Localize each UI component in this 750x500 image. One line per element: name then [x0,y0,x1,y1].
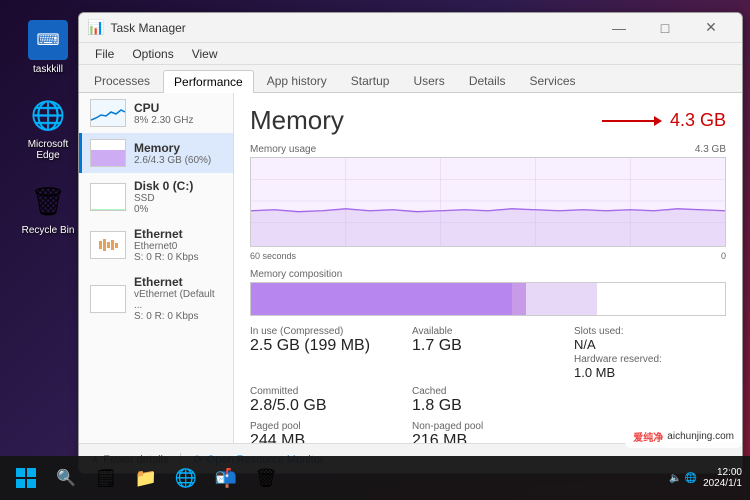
taskbar-browser[interactable]: 🌐 [168,460,204,496]
desktop: ⌨ taskkill 🌐 Microsoft Edge 🗑 Recycle Bi… [0,0,750,500]
tab-startup[interactable]: Startup [340,69,401,92]
start-button[interactable] [8,460,44,496]
memory-title: Memory [250,105,344,136]
taskbar-notes[interactable]: 🗒 [88,460,124,496]
disk-mini-chart [90,183,126,211]
ethernet1-info: Ethernet Ethernet0 S: 0 R: 0 Kbps [134,227,225,263]
title-bar-controls: — □ ✕ [596,13,734,43]
stat-available: Available 1.7 GB [412,326,564,380]
memory-mini-chart [90,139,126,167]
taskbar-explorer[interactable]: 📁 [128,460,164,496]
menu-file[interactable]: File [87,45,122,63]
tab-details[interactable]: Details [458,69,517,92]
tab-bar: Processes Performance App history Startu… [79,65,742,93]
chart-usage-label: Memory usage 4.3 GB [250,144,726,155]
right-content: Memory 4.3 GB Memory usage 4 [234,93,742,443]
arrow-right-icon [602,111,662,131]
tab-processes[interactable]: Processes [83,69,161,92]
memory-composition-chart [250,282,726,316]
maximize-button[interactable]: □ [642,13,688,43]
sidebar-item-memory[interactable]: Memory 2.6/4.3 GB (60%) [79,133,233,173]
memory-total: 4.3 GB [602,110,726,131]
sidebar-item-ethernet1[interactable]: Ethernet Ethernet0 S: 0 R: 0 Kbps [79,221,233,269]
taskbar: 🔍 🗒 📁 🌐 📬 🗑 🔈 🌐 12:00 2024/1/1 [0,456,750,500]
tab-services[interactable]: Services [519,69,587,92]
stat-paged-pool: Paged pool 244 MB [250,421,402,443]
close-button[interactable]: ✕ [688,13,734,43]
menu-bar: File Options View [79,43,742,65]
search-button[interactable]: 🔍 [48,460,84,496]
stat-empty [574,386,726,415]
task-manager-window: 📊 Task Manager — □ ✕ File Options View P… [78,12,743,474]
sidebar-item-ethernet2[interactable]: Ethernet vEthernet (Default ... S: 0 R: … [79,269,233,328]
stat-cached: Cached 1.8 GB [412,386,564,415]
memory-usage-chart [250,157,726,247]
tab-performance[interactable]: Performance [163,70,254,93]
taskbar-recycle[interactable]: 🗑 [248,460,284,496]
title-bar-icon: 📊 [87,19,104,36]
menu-view[interactable]: View [184,45,226,63]
system-tray: 🔈 🌐 [669,473,697,484]
ethernet1-mini-chart [90,231,126,259]
cpu-mini-chart [90,99,126,127]
ethernet2-info: Ethernet vEthernet (Default ... S: 0 R: … [134,275,225,322]
taskbar-mail[interactable]: 📬 [208,460,244,496]
composition-label: Memory composition [250,269,726,280]
desktop-icon-edge[interactable]: 🌐 Microsoft Edge [18,95,78,161]
main-content: CPU 8% 2.30 GHz Memory 2.6/4.3 GB (60%) [79,93,742,443]
ethernet2-mini-chart [90,285,126,313]
cpu-info: CPU 8% 2.30 GHz [134,101,225,126]
desktop-icon-taskkill[interactable]: ⌨ taskkill [18,20,78,75]
minimize-button[interactable]: — [596,13,642,43]
stat-in-use: In use (Compressed) 2.5 GB (199 MB) [250,326,402,380]
taskbar-right: 🔈 🌐 12:00 2024/1/1 [669,467,742,489]
stat-nonpaged-pool: Non-paged pool 216 MB [412,421,564,443]
title-bar-text: Task Manager [110,21,596,35]
desktop-icons: ⌨ taskkill 🌐 Microsoft Edge 🗑 Recycle Bi… [18,20,78,236]
clock: 12:00 2024/1/1 [703,467,742,489]
memory-info: Memory 2.6/4.3 GB (60%) [134,141,225,166]
menu-options[interactable]: Options [124,45,181,63]
sidebar-item-disk[interactable]: Disk 0 (C:) SSD 0% [79,173,233,221]
watermark: 爱纯净 aichunjing.com [625,425,742,448]
memory-header: Memory 4.3 GB [250,105,726,136]
tab-users[interactable]: Users [402,69,455,92]
title-bar: 📊 Task Manager — □ ✕ [79,13,742,43]
disk-info: Disk 0 (C:) SSD 0% [134,179,225,215]
tab-app-history[interactable]: App history [256,69,338,92]
sidebar-item-cpu[interactable]: CPU 8% 2.30 GHz [79,93,233,133]
sidebar: CPU 8% 2.30 GHz Memory 2.6/4.3 GB (60%) [79,93,234,443]
stat-committed: Committed 2.8/5.0 GB [250,386,402,415]
chart-bottom-labels: 60 seconds 0 [250,251,726,261]
desktop-icon-recycle[interactable]: 🗑 Recycle Bin [18,181,78,236]
stat-slots-used: Slots used: N/A Hardware reserved: 1.0 M… [574,326,726,380]
